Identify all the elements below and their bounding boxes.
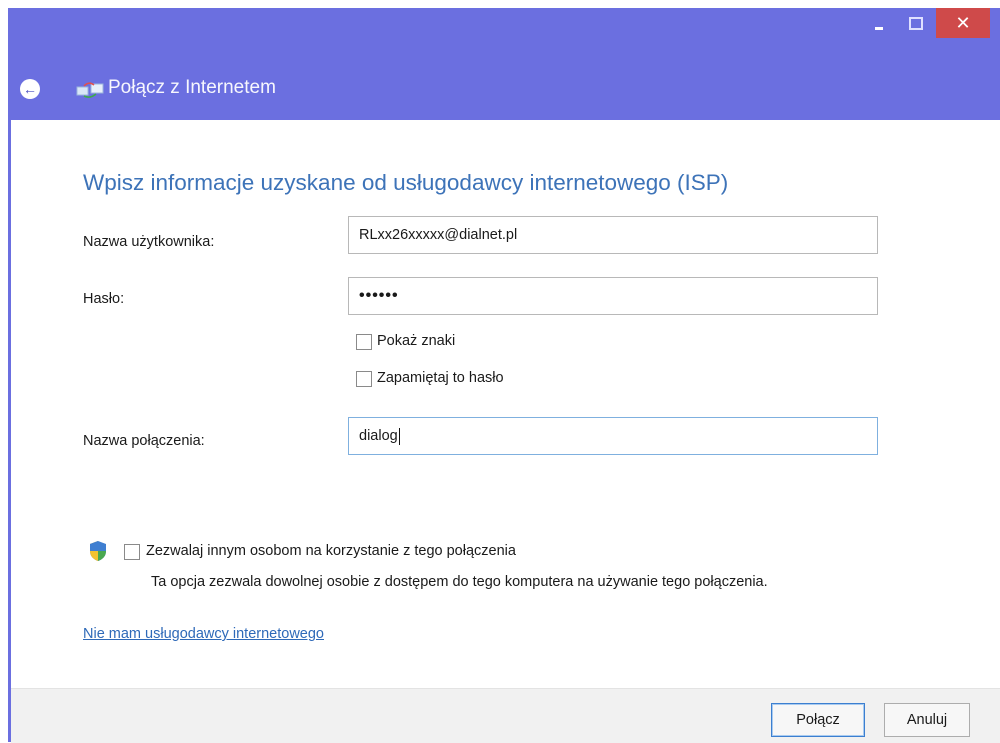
- connection-name-value: dialog: [359, 428, 398, 444]
- password-label: Hasło:: [83, 291, 125, 307]
- username-label: Nazwa użytkownika:: [83, 234, 215, 250]
- maximize-icon: [909, 16, 923, 30]
- uac-shield-icon: [90, 541, 106, 561]
- connection-name-label: Nazwa połączenia:: [83, 433, 205, 449]
- show-characters-label[interactable]: Pokaż znaki: [377, 333, 455, 349]
- remember-password-checkbox[interactable]: [356, 371, 372, 387]
- dialog-content: Wpisz informacje uzyskane od usługodawcy…: [8, 120, 1000, 743]
- back-button[interactable]: ←: [20, 79, 40, 99]
- cancel-button[interactable]: Anuluj: [884, 703, 970, 737]
- username-field[interactable]: RLxx26xxxxx@dialnet.pl: [348, 216, 878, 254]
- close-button[interactable]: ✕: [936, 8, 990, 38]
- show-characters-checkbox[interactable]: [356, 334, 372, 350]
- text-cursor: [398, 427, 400, 445]
- allow-others-label[interactable]: Zezwalaj innym osobom na korzystanie z t…: [146, 543, 516, 559]
- no-isp-link[interactable]: Nie mam usługodawcy internetowego: [83, 626, 324, 642]
- dialog-footer: Połącz Anuluj: [11, 688, 1000, 743]
- back-arrow-icon: ←: [23, 81, 37, 97]
- maximize-button[interactable]: [901, 8, 931, 38]
- connect-button[interactable]: Połącz: [771, 703, 865, 737]
- connection-name-field[interactable]: dialog: [348, 417, 878, 455]
- network-connection-icon: [76, 82, 104, 98]
- page-heading: Wpisz informacje uzyskane od usługodawcy…: [83, 170, 729, 195]
- allow-others-description: Ta opcja zezwala dowolnej osobie z dostę…: [151, 574, 768, 590]
- minimize-button[interactable]: [864, 8, 894, 38]
- allow-others-checkbox[interactable]: [124, 544, 140, 560]
- close-icon: ✕: [955, 12, 971, 33]
- window-title: Połącz z Internetem: [108, 77, 276, 98]
- password-field[interactable]: ••••••: [348, 277, 878, 315]
- remember-password-label[interactable]: Zapamiętaj to hasło: [377, 370, 504, 386]
- dialog-window: ✕ ← Połącz z Internetem Wpisz informacje…: [8, 8, 1000, 743]
- minimize-icon: [875, 26, 883, 30]
- title-bar[interactable]: ✕: [8, 8, 1000, 48]
